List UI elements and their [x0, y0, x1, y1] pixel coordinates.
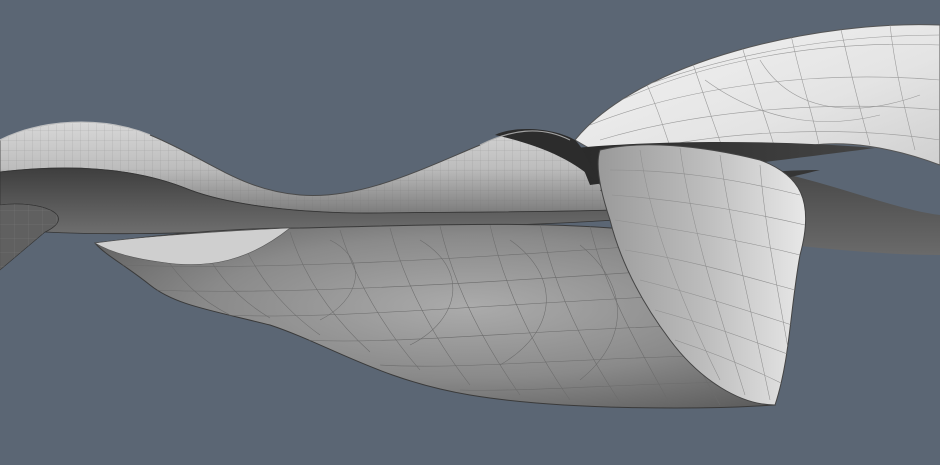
- mesh-render: [0, 24, 940, 409]
- back-plane-right: [790, 175, 940, 255]
- 3d-viewport[interactable]: [0, 0, 940, 465]
